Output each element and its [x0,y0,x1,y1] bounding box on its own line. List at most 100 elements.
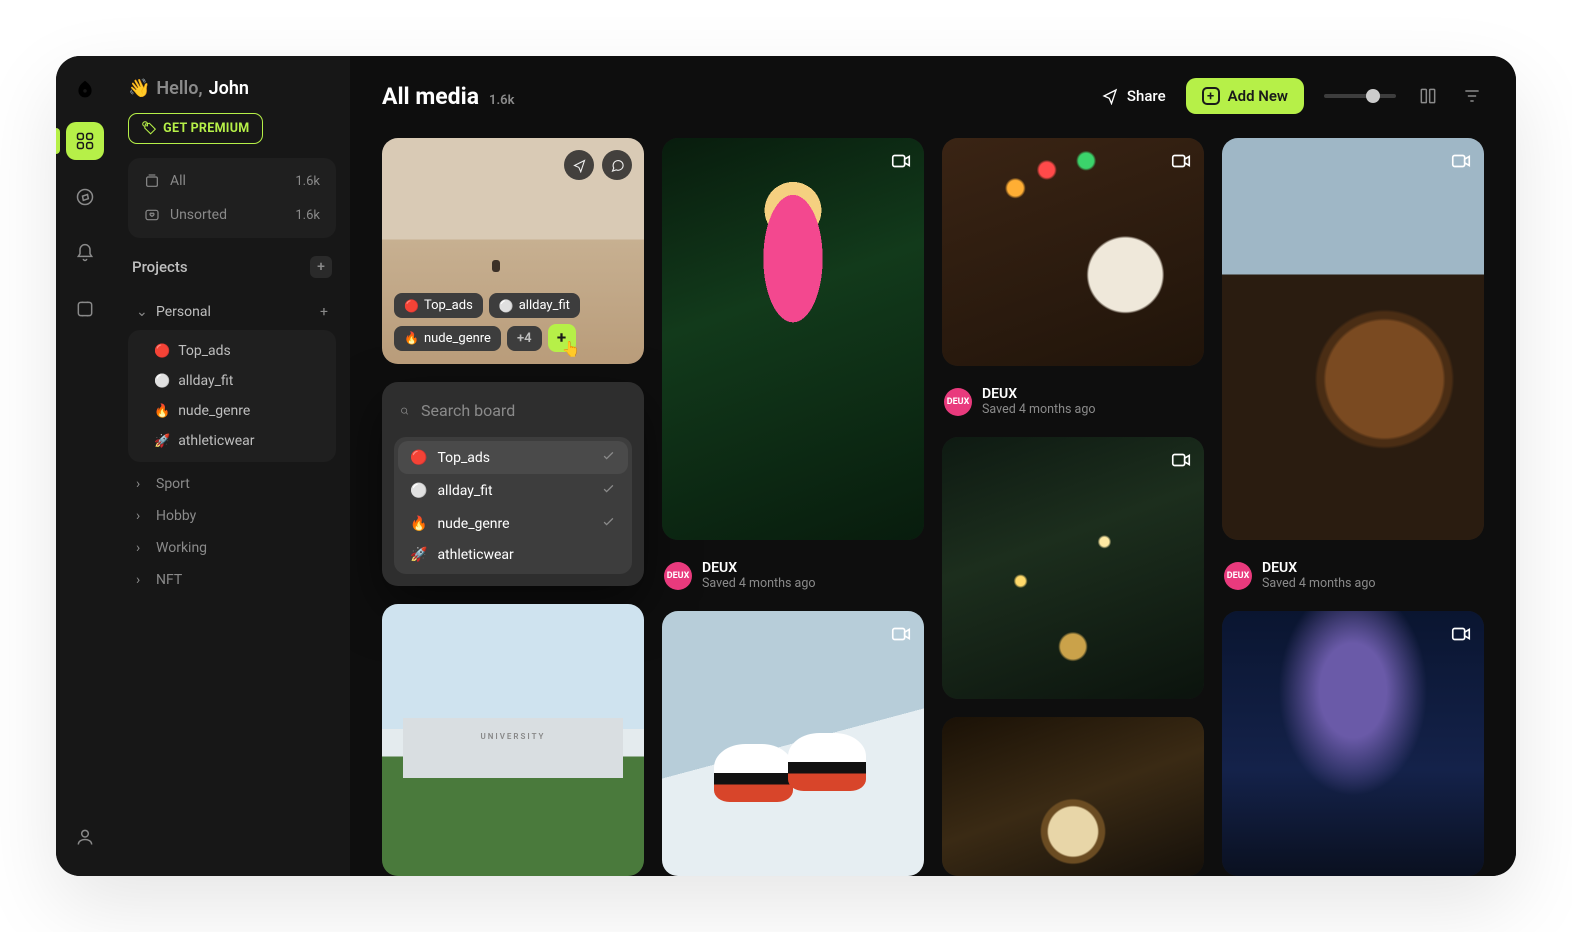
library-all-count: 1.6k [295,174,320,189]
project-emoji: 🔥 [154,404,170,419]
media-tag[interactable]: 🔴 Top_ads [394,293,483,318]
board-search-popover: 🔴Top_ads⚪allday_fit🔥nude_genre🚀athleticw… [382,382,644,586]
media-card[interactable] [942,717,1204,876]
media-tag[interactable]: ⚪allday_fit [489,293,580,318]
chevron-right-icon: › [136,476,148,492]
media-card[interactable] [1222,138,1484,540]
board-option[interactable]: 🚀athleticwear [398,540,628,570]
rail-notifications[interactable] [66,234,104,272]
author-avatar: DEUX [944,388,972,416]
chevron-down-icon: ⌄ [136,304,148,320]
tag-emoji: ⚪ [499,299,514,313]
greeting: 👋 Hello, John [128,78,336,99]
project-item[interactable]: ›Sport [128,468,336,500]
page-count: 1.6k [489,93,514,108]
board-option[interactable]: ⚪allday_fit [398,474,628,507]
media-thumbnail [942,138,1204,366]
project-label: Personal [156,304,211,320]
board-option[interactable]: 🔥nude_genre [398,507,628,540]
chevron-right-icon: › [136,572,148,588]
tag-emoji: 🔴 [404,299,419,313]
project-item[interactable]: ⌄ Personal + [128,296,336,328]
library-block: All 1.6k Unsorted 1.6k [128,158,336,238]
media-thumbnail [1222,611,1484,876]
media-thumbnail [382,604,644,876]
rail-profile[interactable] [66,818,104,856]
board-option[interactable]: 🔴Top_ads [398,441,628,474]
check-icon [601,448,616,467]
project-label: Working [156,540,207,556]
add-new-button[interactable]: + Add New [1186,78,1304,114]
card-share-button[interactable] [564,150,594,180]
subproject-label: athleticwear [178,433,254,449]
filter-button[interactable] [1460,85,1484,107]
author-name: DEUX [982,386,1095,402]
author-avatar: DEUX [1224,562,1252,590]
option-label: athleticwear [437,547,513,563]
project-label: NFT [156,572,182,588]
rail-dashboard[interactable] [66,122,104,160]
add-tag-button[interactable]: +👆 [548,324,576,352]
page-title: All media [382,83,479,110]
library-all[interactable]: All 1.6k [134,164,330,198]
get-premium-button[interactable]: 🏷 GET PREMIUM [128,113,263,144]
tag-label: Top_ads [424,298,473,313]
media-card[interactable] [942,138,1204,366]
chevron-right-icon: › [136,540,148,556]
media-meta: DEUX DEUX Saved 4 months ago [942,384,1204,419]
media-thumbnail: 🔴 Top_ads ⚪allday_fit 🔥 nude_genre +4+👆 [382,138,644,364]
zoom-slider[interactable] [1324,94,1396,98]
rail-extension[interactable] [66,290,104,328]
subproject-item[interactable]: 🚀 athleticwear [132,426,332,456]
video-icon [890,150,912,176]
card-comment-button[interactable] [602,150,632,180]
media-card[interactable]: 🔴 Top_ads ⚪allday_fit 🔥 nude_genre +4+👆 [382,138,644,364]
board-search-input[interactable] [419,400,626,421]
check-icon [601,514,616,533]
project-emoji: ⚪ [154,374,170,389]
media-card[interactable] [942,437,1204,699]
media-card[interactable] [662,138,924,540]
project-item[interactable]: › Working [128,532,336,564]
saved-time: Saved 4 months ago [702,576,815,591]
saved-time: Saved 4 months ago [982,402,1095,417]
library-unsorted[interactable]: Unsorted 1.6k [134,198,330,232]
option-label: nude_genre [437,516,509,532]
video-icon [1450,150,1472,176]
project-item[interactable]: › NFT [128,564,336,596]
media-meta: DEUX DEUX Saved 4 months ago [1222,558,1484,593]
subproject-item[interactable]: ⚪ allday_fit [132,366,332,396]
projects-header: Projects + [128,252,336,282]
media-card[interactable] [662,611,924,876]
video-icon [1170,449,1192,475]
add-subproject-button[interactable]: + [320,304,328,320]
author-avatar: DEUX [664,562,692,590]
video-icon [1450,623,1472,649]
sidebar: 👋 Hello, John 🏷 GET PREMIUM All 1.6k Uns… [114,56,350,876]
project-emoji: 🚀 [154,434,170,449]
subproject-item[interactable]: 🔴Top_ads [132,336,332,366]
project-item[interactable]: ›Hobby [128,500,336,532]
option-emoji: ⚪ [410,483,427,499]
rail-explore[interactable] [66,178,104,216]
subproject-label: allday_fit [178,373,233,389]
media-thumbnail [662,138,924,540]
greeting-prefix: Hello, [156,78,202,99]
media-tag[interactable]: 🔥 nude_genre [394,326,501,351]
plus-icon: + [1202,87,1220,105]
projects-title: Projects [132,258,188,276]
view-columns-button[interactable] [1416,85,1440,107]
library-all-label: All [170,173,186,189]
subproject-item[interactable]: 🔥nude_genre [132,396,332,426]
media-grid: 🔴 Top_ads ⚪allday_fit 🔥 nude_genre +4+👆 🔴Top_… [350,124,1516,876]
tag-label: nude_genre [424,331,491,346]
more-tags-button[interactable]: +4 [507,326,542,351]
media-card[interactable] [382,604,644,876]
topbar: All media 1.6k Share + Add New [350,56,1516,124]
add-project-button[interactable]: + [310,256,332,278]
share-button[interactable]: Share [1101,87,1166,105]
author-name: DEUX [702,560,815,576]
cursor-icon: 👆 [562,340,581,358]
media-card[interactable] [1222,611,1484,876]
tag-emoji: 🔥 [404,331,419,345]
